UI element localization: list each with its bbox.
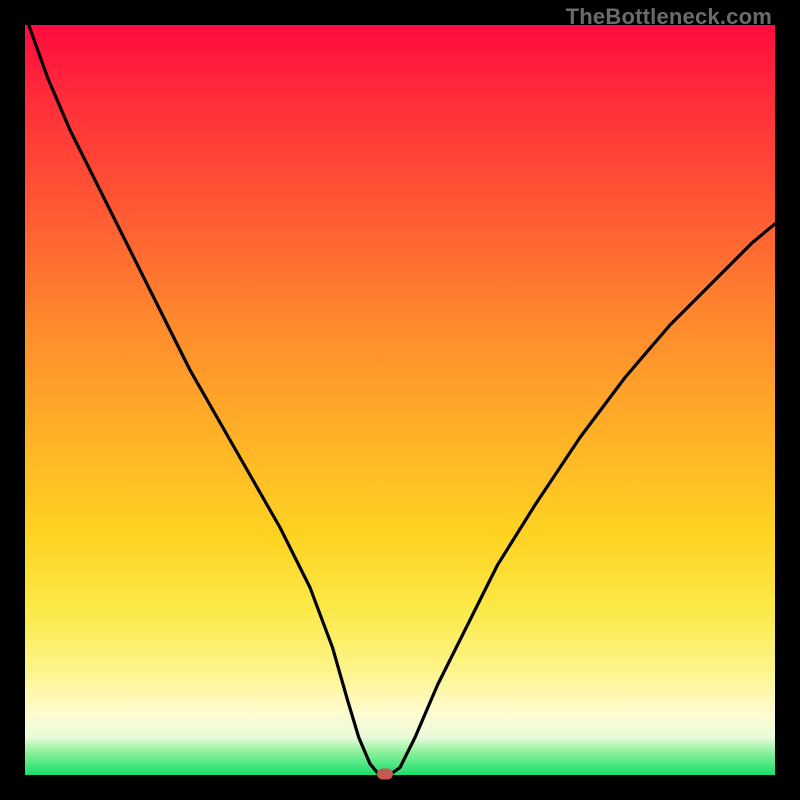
minimum-marker (377, 768, 393, 779)
chart-stage: TheBottleneck.com (0, 0, 800, 800)
plot-area (25, 25, 775, 775)
bottleneck-curve (25, 25, 775, 775)
